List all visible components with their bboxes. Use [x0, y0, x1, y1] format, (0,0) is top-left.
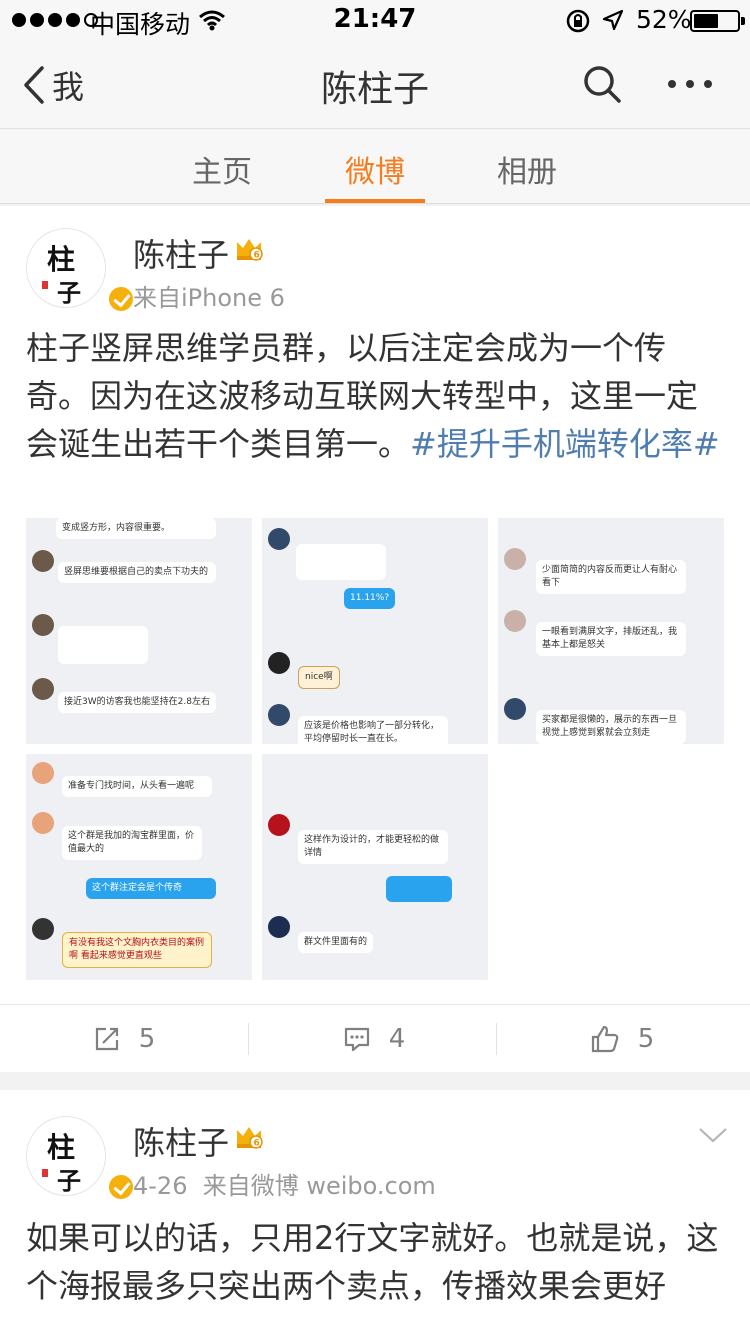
svg-text:柱: 柱	[47, 1131, 75, 1164]
chat-avatar	[268, 652, 290, 674]
chat-bubble: nice啊	[298, 666, 340, 689]
post-image[interactable]: 这样作为设计的，才能更轻松的做详情 群文件里面有的	[262, 754, 488, 980]
weibo-post[interactable]: 柱子 陈柱子 6 4-26 来自微博 weibo.com 如果可以的话，只用2行…	[0, 1090, 750, 1334]
chat-bubble: 少面简简的内容反而更让人有耐心看下	[536, 560, 686, 594]
search-icon[interactable]	[582, 64, 622, 108]
user-name[interactable]: 陈柱子	[133, 1118, 229, 1164]
chat-avatar	[268, 704, 290, 726]
chat-bubble: 买家都是很懒的，展示的东西一旦视觉上感觉到累就会立刻走	[536, 710, 686, 744]
battery-icon	[690, 10, 745, 32]
post-source: 来自iPhone 6	[133, 284, 285, 312]
post-source: 来自微博 weibo.com	[202, 1172, 436, 1200]
chat-bubble: 变成竖方形，内容很重要。	[56, 518, 216, 539]
chat-avatar	[32, 614, 54, 636]
user-name[interactable]: 陈柱子	[133, 230, 229, 276]
chat-bubble: 竖屏思维要根据自己的卖点下功夫的	[58, 562, 216, 583]
tab-weibo[interactable]: 微博	[345, 147, 405, 191]
svg-text:6: 6	[254, 1139, 260, 1149]
comment-count: 4	[388, 1024, 406, 1054]
chat-bubble: 这个群是我加的淘宝群里面，价值最大的	[62, 826, 202, 860]
chat-bubble: 群文件里面有的	[298, 932, 374, 953]
chevron-down-icon[interactable]	[698, 1126, 728, 1148]
weibo-post[interactable]: 柱子 陈柱子 6 来自iPhone 6 柱子竖屏思维学员群，以后注定会成为一个传…	[0, 206, 750, 1072]
chat-image-bubble	[296, 544, 386, 580]
location-arrow-icon	[602, 9, 624, 35]
post-image[interactable]: 变成竖方形，内容很重要。 竖屏思维要根据自己的卖点下功夫的 接近3W的访客我也能…	[26, 518, 252, 744]
repost-button[interactable]: 5	[0, 1005, 248, 1073]
chat-avatar	[268, 916, 290, 938]
page-title: 陈柱子	[320, 69, 429, 110]
chat-bubble: 应该是价格也影响了一部分转化，平均停留时长一直在长。	[298, 716, 448, 744]
more-options-icon[interactable]	[668, 80, 712, 88]
verified-badge-icon	[107, 285, 135, 313]
chat-avatar	[504, 610, 526, 632]
chat-bubble: 这样作为设计的，才能更轻松的做详情	[298, 830, 448, 864]
post-image[interactable]: 少面简简的内容反而更让人有耐心看下 一眼看到满屏文字，排版还乱，我基本上都是怒关…	[498, 518, 724, 744]
chat-avatar	[268, 814, 290, 836]
chat-bubble: 这个群注定会是个传奇	[86, 878, 216, 899]
like-count: 5	[637, 1024, 655, 1054]
status-bar: 中国移动 21:47 52%	[0, 0, 750, 40]
chat-avatar	[32, 762, 54, 784]
chat-image-bubble	[58, 626, 148, 664]
chat-bubble: 准备专门找时间，从头看一遍呢	[62, 776, 212, 797]
chat-avatar	[32, 812, 54, 834]
vip-crown-icon: 6	[234, 1122, 264, 1156]
post-meta: 4-26 来自微博 weibo.com	[133, 1166, 436, 1201]
avatar[interactable]: 柱子	[26, 228, 135, 313]
comment-button[interactable]: 4	[250, 1005, 498, 1073]
post-action-bar: 5 4 5	[0, 1004, 750, 1072]
profile-tabs: 主页 微博 相册	[0, 128, 750, 204]
orientation-lock-icon	[565, 8, 591, 38]
hashtag-link[interactable]: #提升手机端转化率#	[410, 425, 720, 463]
post-image[interactable]: 准备专门找时间，从头看一遍呢 这个群是我加的淘宝群里面，价值最大的 这个群注定会…	[26, 754, 252, 980]
divider	[496, 1023, 497, 1055]
thumbs-up-icon	[591, 1025, 619, 1053]
chat-avatar	[504, 548, 526, 570]
svg-text:柱: 柱	[47, 243, 75, 276]
vip-crown-icon: 6	[234, 234, 264, 268]
repost-count: 5	[138, 1024, 156, 1054]
verified-badge-icon	[107, 1173, 135, 1201]
battery-percentage: 52%	[636, 5, 692, 34]
chat-bubble: 接近3W的访客我也能坚持在2.8左右	[58, 692, 216, 713]
repost-icon	[95, 1027, 118, 1051]
svg-text:6: 6	[254, 251, 260, 261]
like-button[interactable]: 5	[498, 1005, 746, 1073]
post-image[interactable]: 11.11%? nice啊 应该是价格也影响了一部分转化，平均停留时长一直在长。	[262, 518, 488, 744]
chat-avatar	[268, 528, 290, 550]
chat-bubble: 有没有我这个文胸内衣类目的案例啊 看起来感觉更直观些	[62, 932, 212, 968]
chat-bubble: 一眼看到满屏文字，排版还乱，我基本上都是怒关	[536, 622, 686, 656]
svg-text:子: 子	[57, 278, 81, 307]
navigation-bar: 我 陈柱子	[0, 40, 750, 128]
post-content: 柱子竖屏思维学员群，以后注定会成为一个传奇。因为在这波移动互联网大转型中，这里一…	[26, 324, 726, 468]
tab-home[interactable]: 主页	[192, 147, 252, 191]
active-tab-indicator	[325, 199, 425, 203]
chat-bubble: 11.11%?	[344, 588, 396, 609]
chat-avatar	[32, 550, 54, 572]
chat-avatar	[32, 678, 54, 700]
chat-emoji-bubble	[386, 876, 452, 902]
chat-avatar	[32, 918, 54, 940]
comment-icon	[344, 1027, 369, 1052]
divider	[248, 1023, 249, 1055]
post-date: 4-26	[133, 1172, 188, 1200]
tab-album[interactable]: 相册	[497, 147, 557, 191]
svg-text:子: 子	[57, 1166, 81, 1195]
chat-avatar	[504, 698, 526, 720]
avatar[interactable]: 柱子	[26, 1116, 135, 1201]
post-text: 如果可以的话，只用2行文字就好。也就是说，这个海报最多只突出两个卖点，传播效果会…	[26, 1219, 719, 1305]
